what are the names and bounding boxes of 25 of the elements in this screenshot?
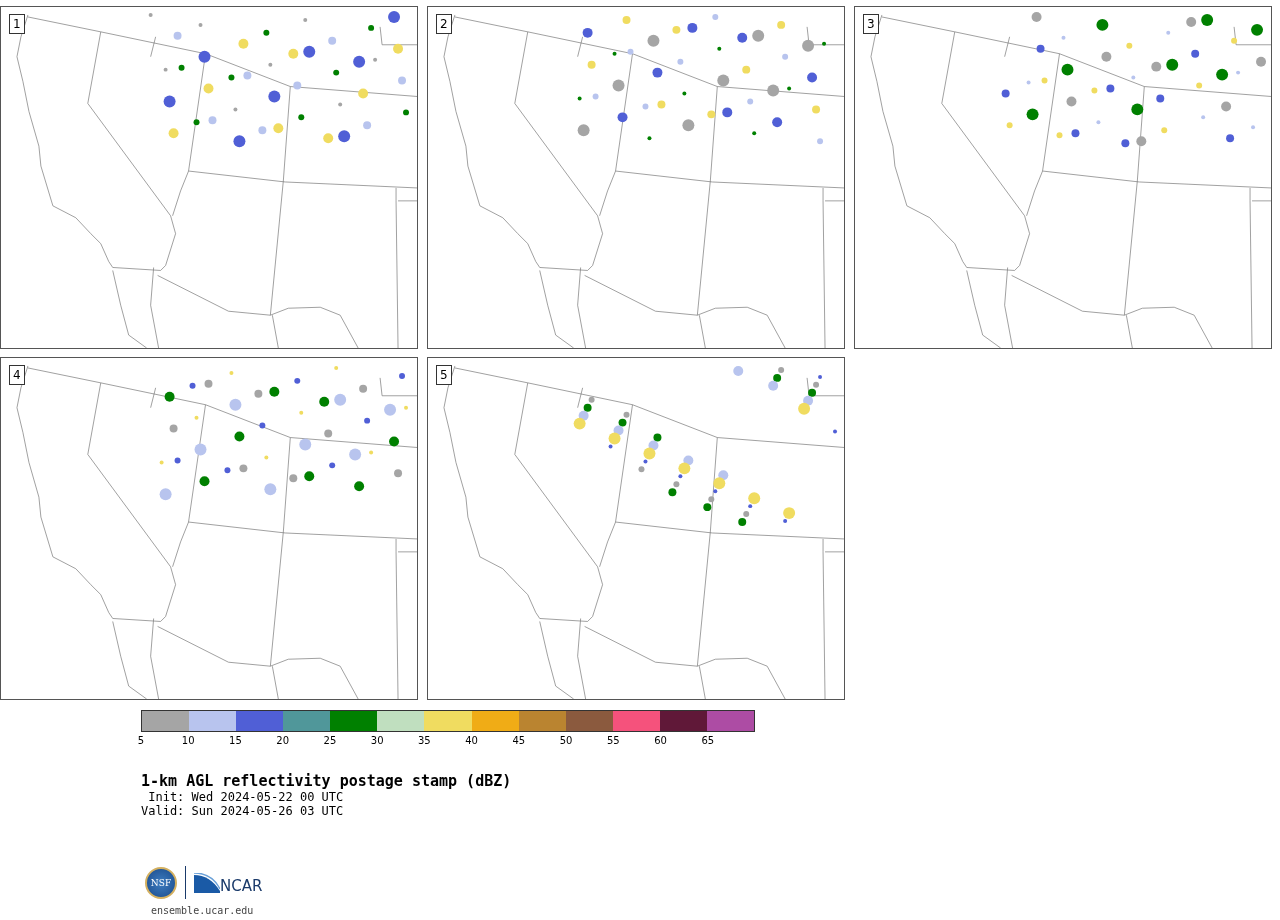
colorbar-tick-label: 20 [276, 735, 290, 746]
colorbar-tick-label: 40 [465, 735, 478, 746]
panel-number: 3 [863, 14, 879, 34]
colorbar-tick-label: 60 [654, 735, 667, 746]
init-time: Init: Wed 2024-05-22 00 UTC [147, 790, 345, 804]
valid-time: Valid: Sun 2024-05-26 03 UTC [141, 804, 345, 818]
nsf-logo: NSF [145, 866, 177, 899]
website-url: ensemble.ucar.edu [151, 905, 255, 916]
colorbar-tick-label: 5 [137, 735, 145, 746]
colorbar-tick-label: 50 [559, 735, 573, 746]
panel-number: 4 [9, 365, 25, 385]
colorbar-tick-label: 35 [418, 735, 431, 746]
colorbar-tick-label: 65 [701, 735, 715, 746]
colorbar-tick-label: 55 [606, 735, 620, 746]
plot-title: 1-km AGL reflectivity postage stamp (dBZ) [141, 772, 513, 790]
colorbar-tick-label: 30 [370, 735, 384, 746]
colorbar-tick-label: 25 [323, 735, 337, 746]
colorbar-tick-label: 15 [229, 735, 242, 746]
ncar-logo: NCAR [220, 876, 263, 895]
colorbar-tick-label: 10 [181, 735, 195, 746]
panel-number: 1 [9, 14, 25, 34]
swoosh-icon [194, 872, 220, 893]
panel-number: 2 [436, 14, 452, 34]
panel-number: 5 [436, 365, 452, 385]
colorbar-tick-label: 45 [512, 735, 526, 746]
